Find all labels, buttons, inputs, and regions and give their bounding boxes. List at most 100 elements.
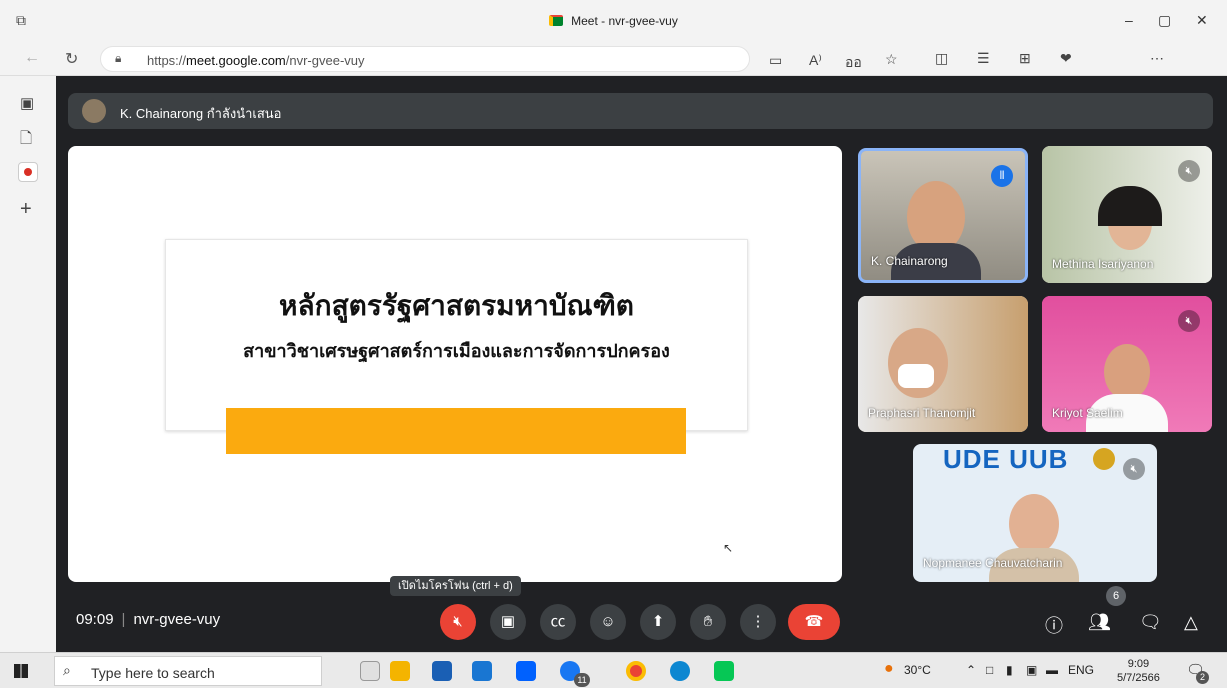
file-explorer-icon[interactable] (390, 661, 410, 681)
meeting-details-icon[interactable]: ⓘ (1045, 612, 1063, 638)
network-icon[interactable]: ▬ (1046, 663, 1058, 677)
favorites-icon[interactable]: ☰ (977, 50, 990, 67)
tray-chevron-icon[interactable]: ⌃ (966, 663, 976, 677)
extensions-icon[interactable]: ❤ (1060, 50, 1072, 67)
buu-seal-icon (1093, 448, 1115, 470)
translate-icon[interactable]: ออ (845, 52, 862, 74)
presenter-banner: K. Chainarong กำลังนำเสนอ (68, 93, 1213, 129)
participant-tile[interactable]: 🔇︎ Methina Isariyanon (1042, 146, 1212, 283)
split-screen-icon[interactable]: ◫ (935, 50, 948, 67)
notification-badge: 2 (1196, 671, 1209, 684)
meeting-info: 09:09 | nvr-gvee-vuy (76, 611, 220, 628)
slide-orange-bar (226, 408, 686, 454)
tab-icon[interactable]: ▣ (20, 94, 34, 112)
chrome-icon[interactable] (626, 661, 646, 681)
temperature[interactable]: 30°C (904, 663, 931, 677)
chat-icon[interactable]: 🗨︎ (1139, 612, 1162, 633)
camera-in-use-icon[interactable]: ▭ (769, 52, 782, 69)
microphone-button[interactable]: 🔇︎ (440, 604, 476, 640)
separator: | (121, 611, 126, 628)
browser-titlebar: ⧉ Meet - nvr-gvee-vuy – ▢ ✕ (0, 0, 1227, 42)
refresh-icon[interactable]: ↻ (65, 49, 78, 69)
lock-icon[interactable]: 🔒︎ (115, 51, 121, 66)
participant-name: Methina Isariyanon (1052, 257, 1154, 271)
collections-icon[interactable]: ⊞ (1019, 50, 1031, 67)
mic-off-icon: 🔇︎ (1178, 160, 1200, 182)
back-icon[interactable]: ← (24, 49, 40, 67)
participant-tile[interactable]: UDE UUB 🔇︎ Nopmanee Chauvatcharin (913, 444, 1157, 582)
dropbox-icon[interactable] (516, 661, 536, 681)
participant-name: Kriyot Saelim (1052, 406, 1123, 420)
start-button[interactable] (14, 664, 28, 678)
participant-tile[interactable]: ⫴ K. Chainarong (858, 148, 1028, 283)
slide-content: หลักสูตรรัฐศาสตรมหาบัณฑิต สาขาวิชาเศรษฐศ… (165, 239, 748, 454)
people-count-badge: 6 (1106, 586, 1126, 606)
mic-off-icon: 🔇︎ (1123, 458, 1145, 480)
weather-icon[interactable]: ● (884, 660, 894, 678)
speaking-indicator-icon: ⫴ (991, 165, 1013, 187)
meeting-code: nvr-gvee-vuy (133, 611, 221, 628)
taskbar-clock[interactable]: 9:09 5/7/2566 (1117, 657, 1160, 685)
search-icon: ⌕ (63, 662, 71, 678)
buu-logo: UDE UUB (943, 444, 1115, 478)
address-bar: ← ↻ 🔒︎ https://meet.google.com/nvr-gvee-… (0, 42, 1227, 117)
present-button[interactable]: ⬆ (640, 604, 676, 640)
display-tray-icon[interactable]: ▣ (1026, 663, 1037, 677)
windows-taskbar: ⌕ Type here to search 11 ● 30°C ⌃ □ ▮ ▣ … (0, 652, 1227, 688)
window-title: Meet - nvr-gvee-vuy (0, 14, 1227, 28)
meet-window: K. Chainarong กำลังนำเสนอ หลักสูตรรัฐศาส… (56, 76, 1227, 652)
add-icon[interactable]: + (20, 198, 32, 221)
browser-sidebar: ▣ 🗋 + (0, 76, 56, 652)
mouse-cursor-icon: ↖ (723, 541, 734, 555)
participant-tile[interactable]: Praphasri Thanomjit (858, 296, 1028, 432)
participant-tile[interactable]: 🔇︎ Kriyot Saelim (1042, 296, 1212, 432)
favorite-star-icon[interactable]: ☆ (885, 51, 898, 68)
mic-tooltip: เปิดไมโครโฟน (ctrl + d) (390, 576, 521, 596)
emoji-button[interactable]: ☺ (590, 604, 626, 640)
slide-subtitle: สาขาวิชาเศรษฐศาสตร์การเมืองและการจัดการป… (243, 341, 670, 362)
taskbar-search[interactable]: ⌕ Type here to search (54, 656, 322, 686)
camera-button[interactable]: ▣ (490, 604, 526, 640)
more-icon[interactable]: ⋯ (1150, 50, 1164, 67)
language-indicator[interactable]: ENG (1068, 663, 1094, 677)
minimize-button[interactable]: – (1125, 12, 1133, 28)
facebook-badge: 11 (574, 673, 590, 687)
store-icon[interactable] (432, 661, 452, 681)
meet-logo-icon (549, 15, 564, 26)
read-aloud-icon[interactable]: A⁾ (809, 52, 822, 69)
presentation-slide: หลักสูตรรัฐศาสตรมหาบัณฑิต สาขาวิชาเศรษฐศ… (68, 146, 842, 582)
tray-app-icon[interactable]: □ (986, 663, 993, 677)
presenter-text: K. Chainarong กำลังนำเสนอ (120, 106, 282, 121)
mail-icon[interactable] (472, 661, 492, 681)
people-icon[interactable]: 👥︎ (1088, 612, 1111, 633)
participant-name: K. Chainarong (871, 254, 948, 268)
clock-time: 9:09 (1127, 658, 1150, 670)
mic-off-icon: 🔇︎ (1178, 310, 1200, 332)
clock-date: 5/7/2566 (1117, 672, 1160, 684)
raise-hand-button[interactable]: ✋︎ (690, 604, 726, 640)
task-view-icon[interactable] (360, 661, 380, 681)
participant-face (1104, 344, 1150, 400)
leave-call-button[interactable]: ☎ (788, 604, 840, 640)
meeting-time: 09:09 (76, 611, 114, 628)
line-icon[interactable] (714, 661, 734, 681)
activities-icon[interactable]: △ (1184, 612, 1198, 633)
presenter-avatar (82, 99, 106, 123)
microphone-tray-icon[interactable]: ▮ (1006, 663, 1013, 677)
recording-tab-icon[interactable] (18, 162, 38, 182)
participant-name: Praphasri Thanomjit (868, 406, 976, 420)
more-options-button[interactable]: ⋮ (740, 604, 776, 640)
maximize-button[interactable]: ▢ (1158, 12, 1171, 29)
face-mask (898, 364, 934, 388)
participant-face (1009, 494, 1059, 554)
page-icon[interactable]: 🗋 (20, 128, 32, 153)
participant-name: Nopmanee Chauvatcharin (923, 556, 1063, 570)
edge-icon[interactable] (670, 661, 690, 681)
search-placeholder: Type here to search (91, 665, 215, 681)
captions-button[interactable]: ㏄ (540, 604, 576, 640)
url-text: https://meet.google.com/nvr-gvee-vuy (147, 53, 365, 68)
close-button[interactable]: ✕ (1196, 12, 1208, 29)
url-field[interactable]: 🔒︎ https://meet.google.com/nvr-gvee-vuy … (100, 46, 898, 72)
buu-logo-text: UDE UUB (943, 444, 1069, 474)
slide-title: หลักสูตรรัฐศาสตรมหาบัณฑิต (279, 289, 634, 322)
